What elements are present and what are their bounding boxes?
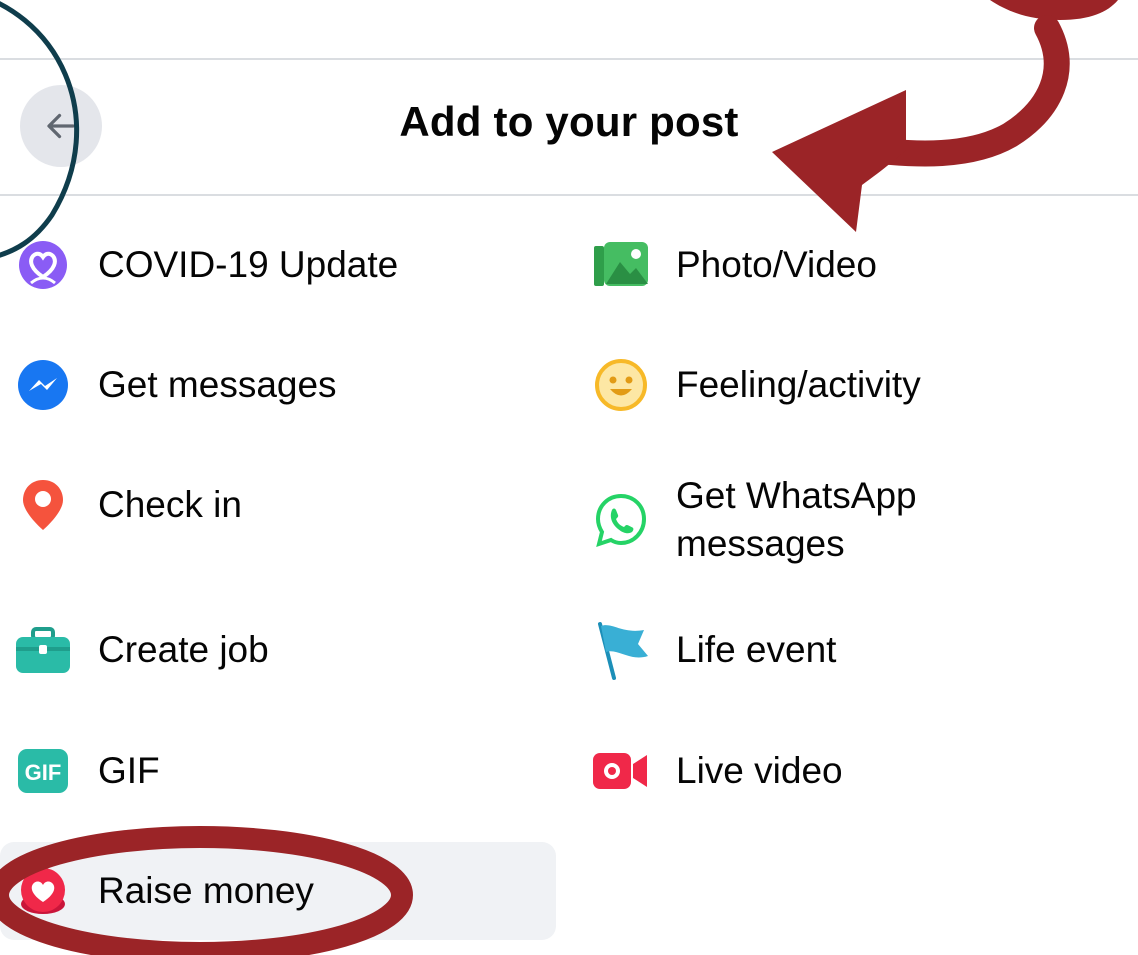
briefcase-icon [12,619,74,681]
whatsapp-icon [590,489,652,551]
option-get-whatsapp-messages[interactable]: Get WhatsApp messages [590,472,1006,568]
option-label: Raise money [98,870,314,911]
location-pin-icon [12,474,74,536]
svg-text:GIF: GIF [25,760,62,785]
option-label: Photo/Video [676,244,877,285]
option-gif[interactable]: GIF GIF [12,740,160,802]
option-label: Live video [676,750,843,791]
option-label: Feeling/activity [676,364,921,405]
option-label: Get messages [98,364,337,405]
option-label: GIF [98,750,160,791]
fundraiser-heart-icon [12,860,74,922]
messenger-icon [12,354,74,416]
gif-icon: GIF [12,740,74,802]
dialog-title: Add to your post [399,98,739,145]
photo-video-icon [590,234,652,296]
option-label: COVID-19 Update [98,244,399,285]
option-photo-video[interactable]: Photo/Video [590,234,877,296]
option-label: Check in [98,484,242,525]
option-check-in[interactable]: Check in [12,474,242,536]
option-life-event[interactable]: Life event [590,619,836,681]
flag-icon [590,619,652,681]
top-bar [0,0,1138,60]
option-raise-money[interactable]: Raise money [0,842,556,940]
covid-heart-icon [12,234,74,296]
smiley-icon [590,354,652,416]
option-label: Get WhatsApp messages [676,475,917,564]
option-create-job[interactable]: Create job [12,619,269,681]
live-video-camera-icon [590,740,652,802]
option-live-video[interactable]: Live video [590,740,843,802]
option-get-messages[interactable]: Get messages [12,354,337,416]
option-feeling-activity[interactable]: Feeling/activity [590,354,921,416]
option-label: Create job [98,629,269,670]
option-covid-update[interactable]: COVID-19 Update [12,234,398,296]
option-label: Life event [676,629,837,670]
